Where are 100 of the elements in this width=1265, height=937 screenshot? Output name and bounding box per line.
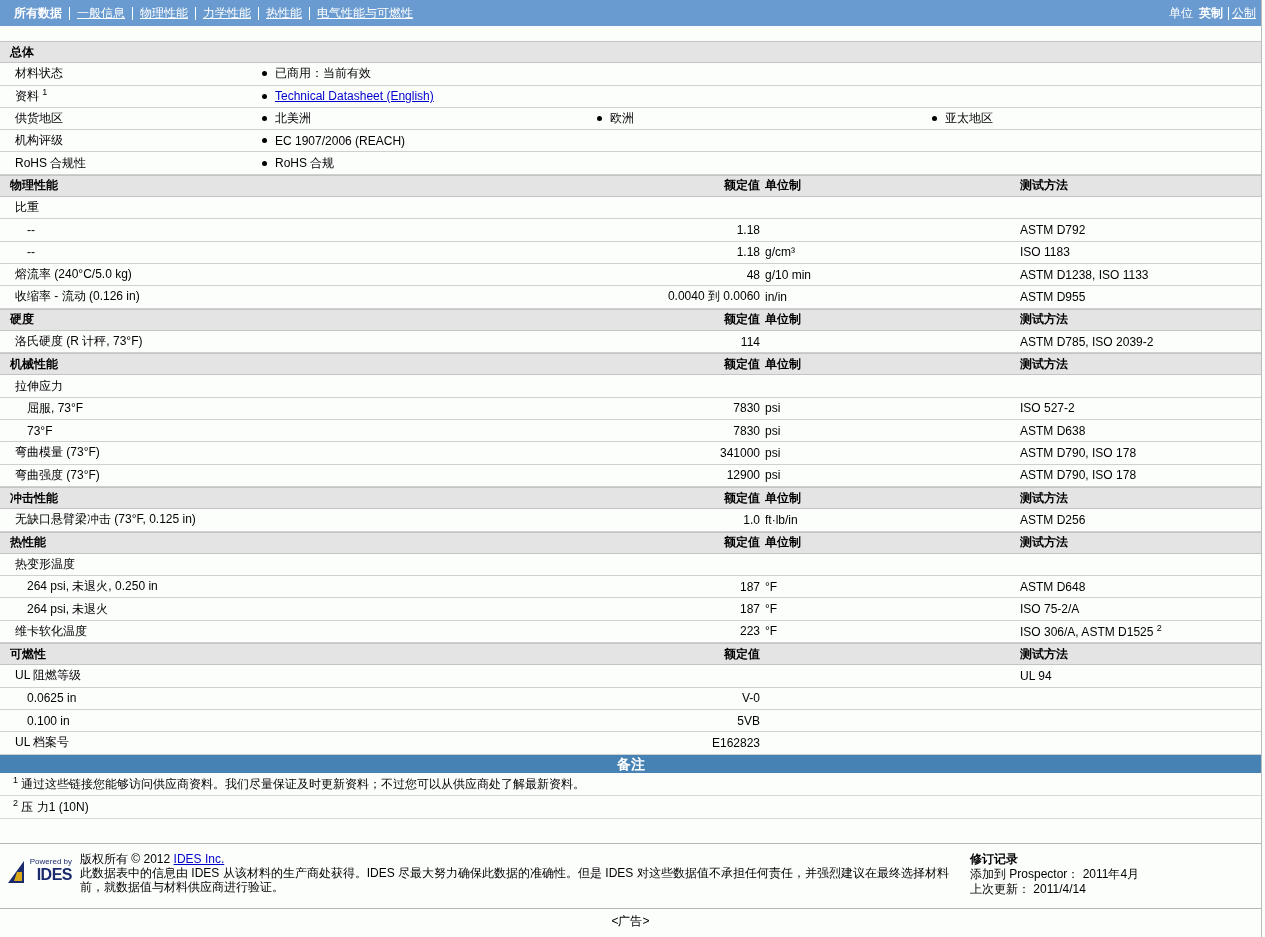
column-header: 测试方法 [1020,177,1069,195]
property-label: 机构评级 [14,132,64,150]
test-method: ISO 306/A, ASTM D1525 $^{2}$ [1020,623,1163,640]
test-method: ASTM D955 [1020,289,1087,304]
nav-tab[interactable]: 所有数据 [14,4,62,22]
test-method: ISO 1183 [1020,245,1071,260]
property-label: 供货地区 [14,110,64,128]
test-method: UL 94 [1020,668,1053,683]
property-label: 屈服, 73°F [26,399,85,417]
property-value: EC 1907/2006 (REACH) [275,133,406,148]
property-value: 341000 [718,446,760,460]
property-value: E162823 [710,735,760,750]
property-value: 7830 [732,423,760,438]
column-header: 额定值 [723,645,760,663]
footnote-text: $^{1}$ 通过这些链接您能够访问供应商资料。我们尽量保证及时更新资料；不过您可以从供应商处了解最新资料。 [13,774,586,793]
ides-logo: Powered by IDES [8,856,72,885]
unit-option[interactable]: 公制 [1232,4,1256,22]
column-header: 单位制 [765,489,802,507]
property-label: 264 psi, 未退火 [26,600,110,618]
property-label: 资料 $^{1}$ [14,87,49,106]
company-link[interactable]: IDES Inc. [173,851,225,866]
column-header: 单位制 [765,355,802,373]
column-header: 单位制 [765,534,802,552]
nav-tab[interactable]: 电气性能与可燃性 [317,4,413,22]
column-header: 测试方法 [1020,489,1069,507]
column-header: 单位制 [765,311,802,329]
property-label: 维卡软化温度 [14,622,88,640]
nav-tab[interactable]: 物理性能 [140,4,188,22]
property-label: UL 档案号 [14,734,71,752]
property-label: 无缺口悬臂梁冲击 (73°F, 0.125 in) [14,511,197,529]
unit-text: psi [765,446,782,460]
datasheet-link[interactable]: Technical Datasheet (English) [275,89,434,104]
property-label: -- [26,245,36,260]
property-label: 收缩率 - 流动 (0.126 in) [14,288,141,306]
units-label: 单位 [1169,4,1193,22]
column-header: 额定值 [723,177,760,195]
nav-tab[interactable]: 力学性能 [203,4,251,22]
property-value: 亚太地区 [945,110,993,128]
nav-tab[interactable]: 热性能 [266,4,302,22]
property-label: 73°F [26,423,54,438]
property-value: 5VB [736,713,760,728]
property-value: 223 [738,624,760,639]
ad-label: <广告> [610,912,651,930]
property-value: 187 [738,602,760,617]
property-label: -- [26,223,36,237]
property-label: 热变形温度 [14,555,76,573]
test-method: ISO 527-2 [1020,401,1076,416]
column-header: 测试方法 [1020,311,1069,329]
property-value: 0.0040 到 0.0060 [666,288,760,306]
section-title: 机械性能 [10,355,59,373]
bullet-icon [932,116,937,122]
unit-text: g/10 min [765,267,813,282]
column-header: 额定值 [723,311,760,329]
property-label: RoHS 合规性 [14,154,88,172]
property-value: RoHS 合规 [275,154,335,172]
test-method: ASTM D790, ISO 178 [1020,468,1138,483]
property-label: 0.100 in [26,713,71,728]
property-label: 264 psi, 未退火, 0.250 in [26,578,159,596]
property-value: 已商用：当前有效 [275,65,371,83]
disclaimer-text: 此数据表中的信息由 IDES 从该材料的生产商处获得。IDES 尽最大努力确保此数据的准确性。但是 IDES 对这些数据值不承担任何责任，并强烈建议在最终选择材料前，就数据值与材料供应商进行验证。 [80,865,950,894]
property-value: V-0 [741,691,760,706]
revision-info: 添加到 Prospector： 2011年4月 [970,866,1141,882]
test-method: ISO 75-2/A [1020,602,1081,617]
bullet-icon [262,71,267,77]
bullet-icon [262,160,267,166]
test-method: ASTM D1238, ISO 1133 [1020,267,1150,282]
property-value: 12900 [725,468,760,483]
section-title: 物理性能 [10,177,59,195]
property-label: 熔流率 (240°C/5.0 kg) [14,266,133,284]
property-value: 北美洲 [275,110,311,128]
section-title: 总体 [10,43,35,61]
unit-option[interactable]: 英制 [1199,4,1223,22]
test-method: ASTM D638 [1020,423,1087,438]
test-method: ASTM D792 [1020,223,1087,237]
test-method: ASTM D648 [1020,579,1087,594]
revision-title: 修订记录 [970,851,1019,867]
unit-text: ft·lb/in [765,512,799,527]
property-value: 187 [738,579,760,594]
nav-tab[interactable]: 一般信息 [77,4,125,22]
unit-text: in/in [765,289,788,304]
unit-text: psi [765,401,782,416]
column-header: 测试方法 [1020,534,1069,552]
unit-text: °F [765,624,779,639]
property-value: 1.18 [735,223,760,237]
unit-text: g/cm³ [765,245,796,260]
property-label: 比重 [14,199,40,217]
test-method: ASTM D790, ISO 178 [1020,446,1138,460]
bullet-icon [262,138,267,144]
property-label: UL 阻燃等级 [14,667,83,685]
property-value: 欧洲 [610,110,634,128]
footnote-text: $^{2}$ 压 力1 (10N) [13,797,89,816]
bullet-icon [262,116,267,122]
section-title: 硬度 [10,311,35,329]
section-title: 冲击性能 [10,489,59,507]
property-label: 弯曲模量 (73°F) [14,444,101,462]
unit-text: psi [765,423,782,438]
column-header: 额定值 [723,489,760,507]
column-header: 额定值 [723,534,760,552]
test-method: ASTM D256 [1020,512,1087,527]
section-title: 可燃性 [10,645,47,663]
